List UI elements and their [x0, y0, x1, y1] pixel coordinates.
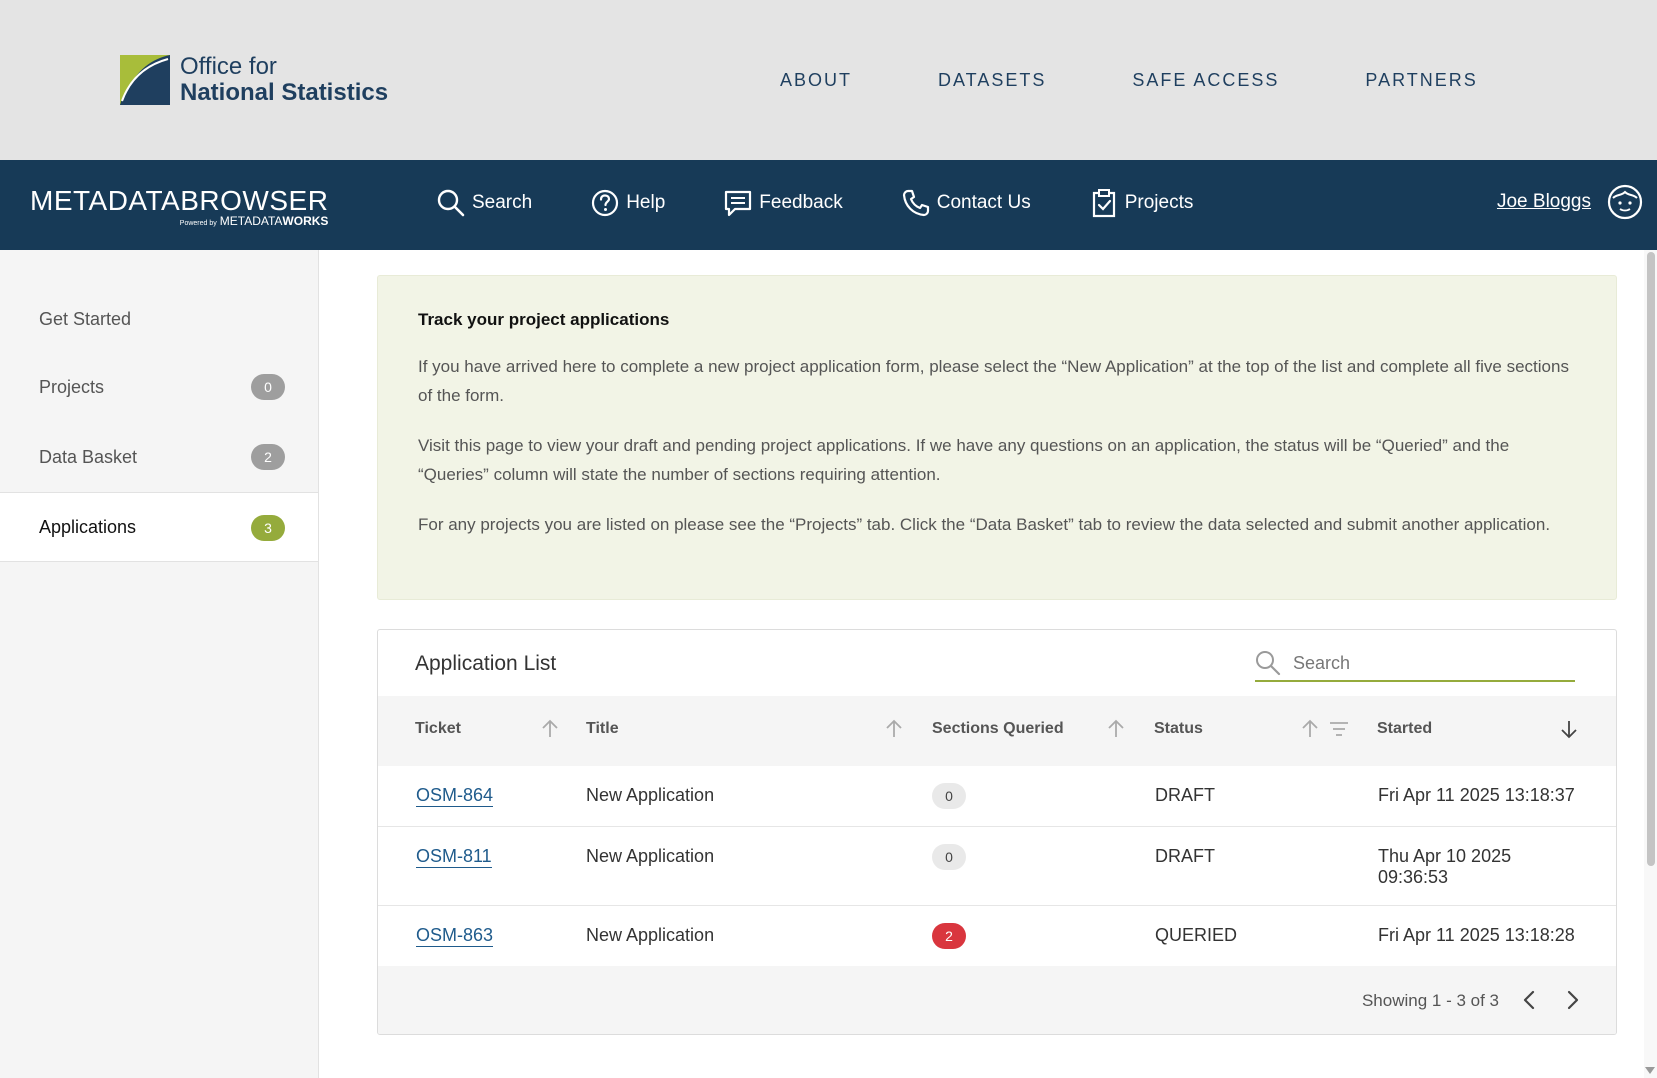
sidebar-item-get-started[interactable]: Get Started: [0, 284, 318, 354]
info-paragraph-1: If you have arrived here to complete a n…: [418, 357, 1569, 405]
help-icon: [592, 189, 619, 217]
ons-name-line1: Office for: [180, 53, 277, 80]
sort-up-icon[interactable]: [1105, 718, 1127, 740]
table-row[interactable]: OSM-811 New Application 0 DRAFT Thu Apr …: [378, 827, 1616, 906]
chevron-left-icon[interactable]: [1518, 988, 1542, 1012]
nav-search[interactable]: Search: [436, 188, 532, 218]
status-text: DRAFT: [1155, 785, 1215, 805]
ticket-link[interactable]: OSM-864: [416, 785, 494, 807]
info-paragraph-3: For any projects you are listed on pleas…: [418, 515, 1551, 534]
sidebar-item-label: Data Basket: [39, 446, 138, 467]
sidebar-item-label: Get Started: [39, 308, 132, 329]
nav-projects-label: Projects: [1124, 192, 1194, 213]
application-list-card: Application List Ticket Title Sections Q…: [377, 629, 1617, 1035]
column-header-sections-queried[interactable]: Sections Queried: [932, 720, 1064, 738]
info-paragraph-2: Visit this page to view your draft and p…: [418, 436, 1510, 484]
sidebar-item-label: Applications: [39, 516, 137, 537]
top-nav-partners[interactable]: PARTNERS: [1365, 70, 1477, 91]
count-badge: 2: [251, 444, 285, 470]
user-menu[interactable]: Joe Bloggs: [1497, 184, 1643, 220]
table-row[interactable]: OSM-864 New Application 0 DRAFT Fri Apr …: [378, 766, 1616, 827]
application-title: New Application: [586, 846, 715, 866]
queried-count-badge: 2: [932, 923, 966, 949]
search-icon: [1256, 651, 1281, 676]
application-title: New Application: [586, 785, 715, 805]
sidebar-item-data-basket[interactable]: Data Basket 2: [0, 422, 318, 492]
nav-search-label: Search: [472, 192, 533, 213]
nav-help[interactable]: Help: [590, 188, 665, 218]
nav-feedback-label: Feedback: [759, 192, 843, 213]
count-badge: 0: [251, 374, 285, 400]
pagination-summary: Showing 1 - 3 of 3: [1361, 991, 1499, 1010]
logo-part-mw2: WORKS: [282, 214, 329, 228]
started-time: 09:36:53: [1378, 867, 1449, 887]
sidebar-item-projects[interactable]: Projects 0: [0, 352, 318, 422]
column-header-title[interactable]: Title: [586, 720, 619, 738]
sidebar-item-label: Projects: [39, 376, 105, 397]
ons-name-line2: National Statistics: [180, 79, 389, 106]
column-header-status[interactable]: Status: [1154, 720, 1203, 738]
nav-projects[interactable]: Projects: [1089, 188, 1194, 218]
application-list-title: Application List: [415, 652, 557, 675]
top-nav-safe-access[interactable]: SAFE ACCESS: [1132, 70, 1279, 91]
table-row[interactable]: OSM-863 New Application 2 QUERIED Fri Ap…: [378, 906, 1616, 966]
sort-up-icon[interactable]: [1299, 718, 1321, 740]
count-badge: 3: [251, 515, 285, 541]
application-search: [1255, 646, 1575, 682]
nav-contact-label: Contact Us: [936, 192, 1031, 213]
sort-down-icon[interactable]: [1558, 718, 1580, 740]
queried-count-badge: 0: [932, 844, 966, 870]
table-header: Ticket Title Sections Queried Status Sta…: [378, 696, 1616, 766]
top-nav-datasets[interactable]: DATASETS: [938, 70, 1046, 91]
ons-logo-icon: [120, 55, 170, 105]
started-date: Fri Apr 11 2025 13:18:28: [1378, 925, 1575, 945]
status-text: DRAFT: [1155, 846, 1215, 866]
info-panel: Track your project applications If you h…: [377, 275, 1617, 600]
search-input[interactable]: [1293, 652, 1553, 674]
user-name-link[interactable]: Joe Bloggs: [1497, 191, 1591, 213]
powered-by-label: Powered by: [179, 220, 217, 227]
nav-contact-us[interactable]: Contact Us: [901, 188, 1031, 218]
logo-part-mw1: METADATA: [219, 214, 283, 228]
info-title: Track your project applications: [418, 310, 670, 329]
user-avatar-icon[interactable]: [1607, 184, 1643, 220]
nav-feedback[interactable]: Feedback: [723, 188, 843, 218]
metadata-browser-logo[interactable]: METADATABROWSER Powered by METADATAWORKS: [30, 185, 329, 229]
started-date: Thu Apr 10 2025: [1378, 846, 1512, 866]
logo-part-browser: BROWSER: [180, 185, 329, 216]
ons-logo[interactable]: Office for National Statistics: [120, 54, 388, 106]
column-header-started[interactable]: Started: [1377, 720, 1432, 738]
ticket-link[interactable]: OSM-863: [416, 925, 494, 947]
sort-up-icon[interactable]: [883, 718, 905, 740]
chevron-right-icon[interactable]: [1560, 988, 1584, 1012]
scrollbar-thumb[interactable]: [1647, 252, 1655, 866]
scroll-down-arrow[interactable]: [1645, 1067, 1655, 1074]
table-footer: Showing 1 - 3 of 3: [378, 966, 1616, 1034]
application-title: New Application: [586, 925, 715, 945]
sort-up-icon[interactable]: [539, 718, 561, 740]
top-nav-about[interactable]: ABOUT: [780, 70, 852, 91]
logo-part-metadata: METADATA: [30, 185, 181, 216]
queried-count-badge: 0: [932, 783, 966, 809]
ticket-link[interactable]: OSM-811: [416, 846, 492, 868]
status-text: QUERIED: [1155, 925, 1238, 945]
column-header-ticket[interactable]: Ticket: [415, 720, 461, 738]
search-icon: [437, 189, 465, 217]
feedback-icon: [725, 190, 752, 217]
site-header: Office for National Statistics ABOUT DAT…: [0, 0, 1657, 160]
nav-help-label: Help: [626, 192, 666, 213]
started-date: Fri Apr 11 2025 13:18:37: [1378, 785, 1575, 805]
phone-icon: [902, 189, 929, 217]
filter-icon[interactable]: [1328, 718, 1350, 740]
main-nav-bar: METADATABROWSER Powered by METADATAWORKS …: [0, 160, 1657, 250]
top-nav: ABOUT DATASETS SAFE ACCESS PARTNERS: [780, 70, 1478, 91]
sidebar-item-applications[interactable]: Applications 3: [0, 492, 318, 562]
clipboard-icon: [1092, 189, 1115, 218]
sidebar: Get Started Projects 0 Data Basket 2 App…: [0, 250, 319, 1078]
